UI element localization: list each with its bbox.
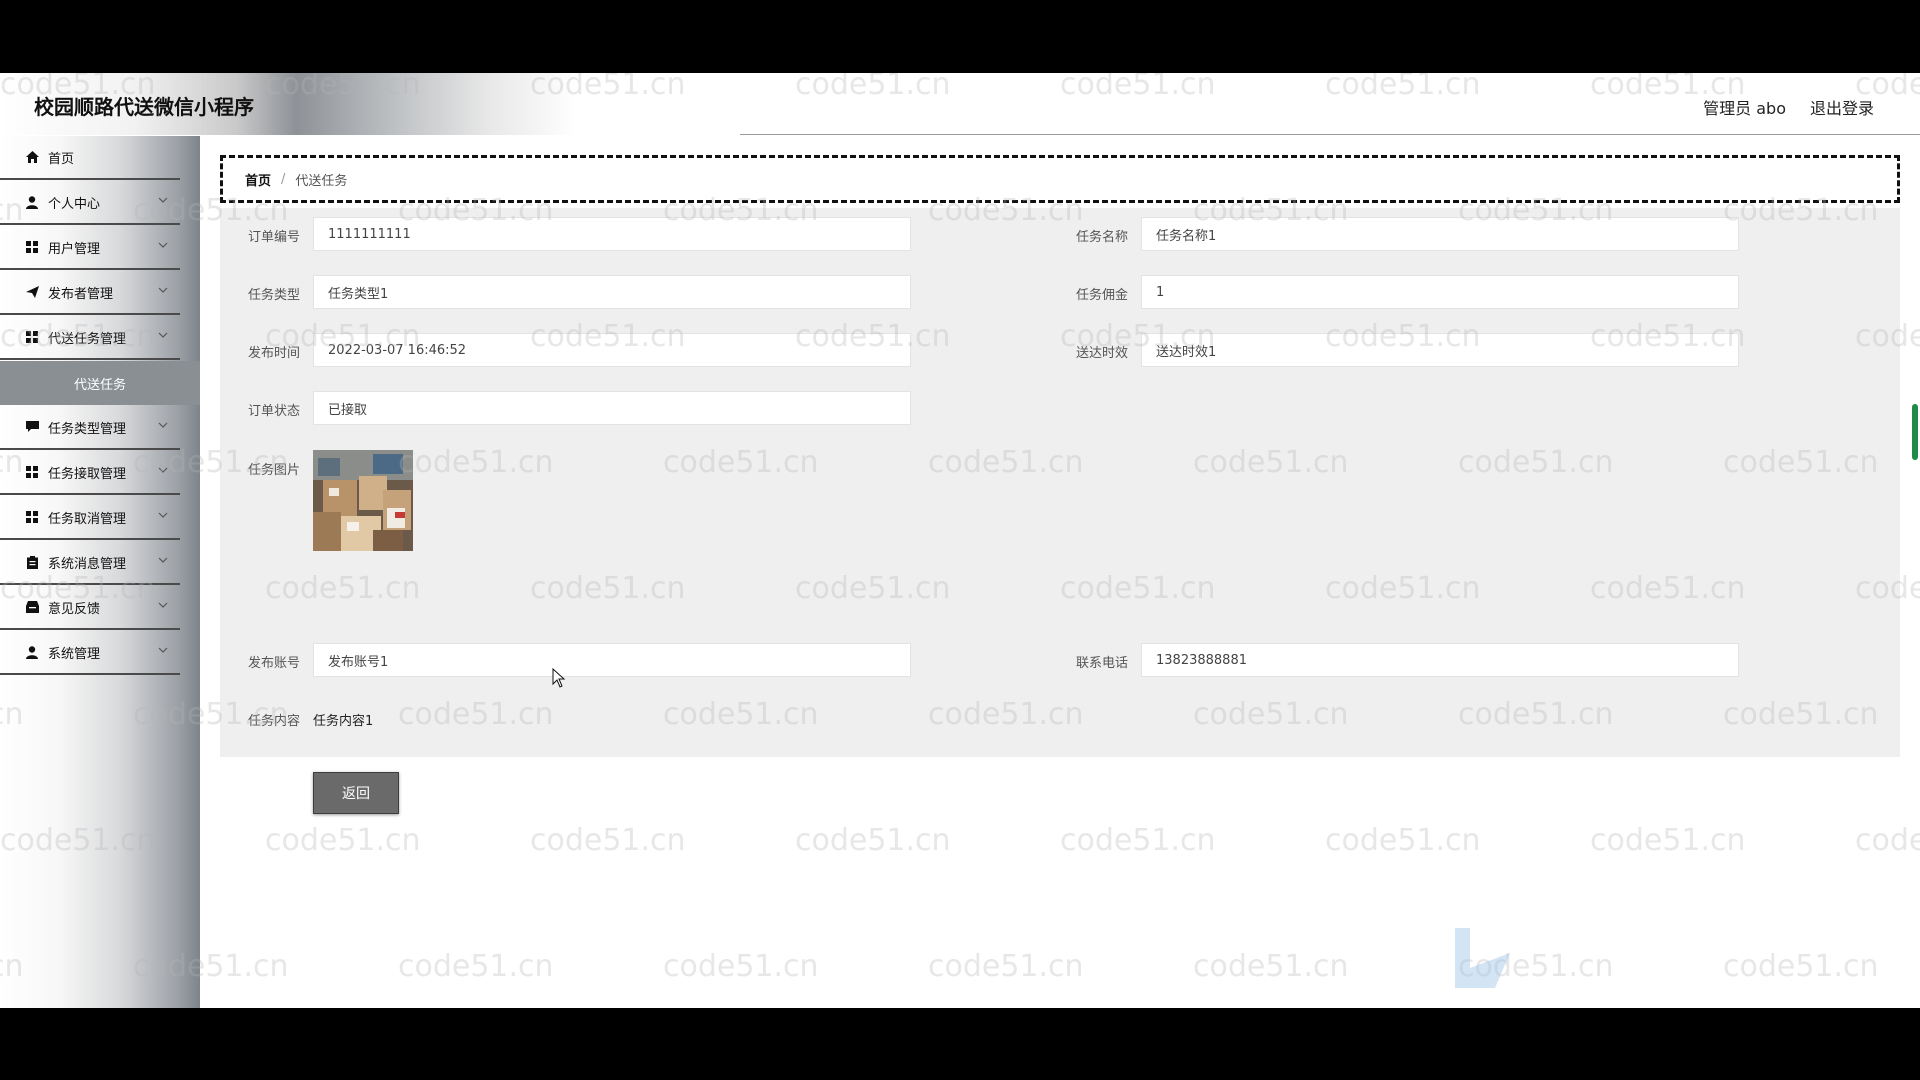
order-no-field[interactable]: 1111111111 [313,217,911,251]
sidebar-item-label: 系统管理 [48,646,101,662]
sidebar-item-label: 发布者管理 [48,286,114,302]
sidebar-item-label: 首页 [48,151,75,167]
chevron-down-icon [158,422,168,428]
task-fee-field[interactable]: 1 [1141,275,1739,309]
task-content-label: 任务内容 [247,714,300,729]
sidebar-item-label: 用户管理 [48,241,101,257]
publish-time-field[interactable]: 2022-03-07 16:46:52 [313,333,911,367]
breadcrumb-separator: / [281,171,286,187]
delivery-time-field[interactable]: 送达时效1 [1141,333,1739,367]
send-icon [25,285,39,299]
task-type-field[interactable]: 任务类型1 [313,275,911,309]
sidebar-item-label: 代送任务管理 [48,331,127,347]
inbox-icon [25,600,39,614]
task-name-field[interactable]: 任务名称1 [1141,217,1739,251]
chevron-down-icon [158,242,168,248]
sidebar: 首页 个人中心 用户管理 发布者管理 代送任务管理 代送任务 任务类型管理 任务… [0,136,200,1008]
mouse-cursor-icon [552,668,566,688]
order-no-label: 订单编号 [247,230,300,245]
sidebar-item-delivery-task-management[interactable]: 代送任务管理 [0,316,180,360]
main-content: 首页 / 代送任务 订单编号 1111111111 任务名称 任务名称1 任务类… [200,136,1920,1008]
sidebar-item-publisher-management[interactable]: 发布者管理 [0,271,180,315]
sidebar-subitem-delivery-task[interactable]: 代送任务 [0,361,200,405]
sidebar-item-task-cancel-management[interactable]: 任务取消管理 [0,496,180,540]
home-icon [25,150,39,164]
chevron-down-icon [158,647,168,653]
app-title: 校园顺路代送微信小程序 [34,95,254,119]
sidebar-item-task-accept-management[interactable]: 任务接取管理 [0,451,180,495]
admin-user-label: 管理员 abo [1703,99,1786,118]
top-header: 校园顺路代送微信小程序 管理员 abo 退出登录 [0,73,1920,135]
chevron-down-icon [158,287,168,293]
grid-icon [25,510,39,524]
chevron-down-icon [158,557,168,563]
delivery-time-label: 送达时效 [1075,346,1128,361]
watermark-logo-icon [1455,928,1510,988]
task-type-label: 任务类型 [247,288,300,303]
sidebar-item-label: 意见反馈 [48,601,101,617]
sidebar-item-feedback[interactable]: 意见反馈 [0,586,180,630]
logout-link[interactable]: 退出登录 [1810,95,1874,119]
sidebar-item-label: 任务取消管理 [48,511,127,527]
sidebar-item-system-message-management[interactable]: 系统消息管理 [0,541,180,585]
letterbox-bottom [0,1008,1920,1080]
clipboard-icon [25,555,39,569]
chevron-down-icon [158,332,168,338]
publish-time-label: 发布时间 [247,346,300,361]
app-window: 校园顺路代送微信小程序 管理员 abo 退出登录 首页 个人中心 用户管理 发布… [0,73,1920,1008]
grid-icon [25,465,39,479]
chevron-down-icon [158,512,168,518]
sidebar-item-user-management[interactable]: 用户管理 [0,226,180,270]
back-button[interactable]: 返回 [313,772,399,814]
sidebar-item-home[interactable]: 首页 [0,136,180,180]
task-fee-label: 任务佣金 [1075,288,1128,303]
user-icon [25,645,39,659]
task-name-label: 任务名称 [1075,230,1128,245]
publish-account-field[interactable]: 发布账号1 [313,643,911,677]
task-detail-form: 订单编号 1111111111 任务名称 任务名称1 任务类型 任务类型1 任务… [220,208,1900,757]
breadcrumb-current: 代送任务 [295,173,348,189]
task-image [313,450,413,551]
order-status-label: 订单状态 [247,404,300,419]
chevron-down-icon [158,197,168,203]
sidebar-item-task-type-management[interactable]: 任务类型管理 [0,406,180,450]
contact-phone-label: 联系电话 [1075,656,1128,671]
sidebar-item-label: 个人中心 [48,196,101,212]
publish-account-label: 发布账号 [247,656,300,671]
grid-icon [25,240,39,254]
contact-phone-field[interactable]: 13823888881 [1141,643,1739,677]
order-status-field[interactable]: 已接取 [313,391,911,425]
task-image-label: 任务图片 [247,463,300,478]
scrollbar-thumb[interactable] [1912,404,1918,460]
breadcrumb-home-link[interactable]: 首页 [245,170,271,189]
sidebar-subitem-label: 代送任务 [73,377,126,393]
sidebar-item-label: 任务类型管理 [48,421,127,437]
sidebar-item-label: 任务接取管理 [48,466,127,482]
task-content-value: 任务内容1 [313,714,374,729]
chevron-down-icon [158,602,168,608]
user-icon [25,195,39,209]
grid-icon [25,330,39,344]
comment-icon [25,420,39,434]
sidebar-item-system-management[interactable]: 系统管理 [0,631,180,675]
sidebar-item-personal-center[interactable]: 个人中心 [0,181,180,225]
sidebar-item-label: 系统消息管理 [48,556,127,572]
breadcrumb: 首页 / 代送任务 [220,155,1900,203]
chevron-down-icon [158,467,168,473]
letterbox-top [0,0,1920,73]
